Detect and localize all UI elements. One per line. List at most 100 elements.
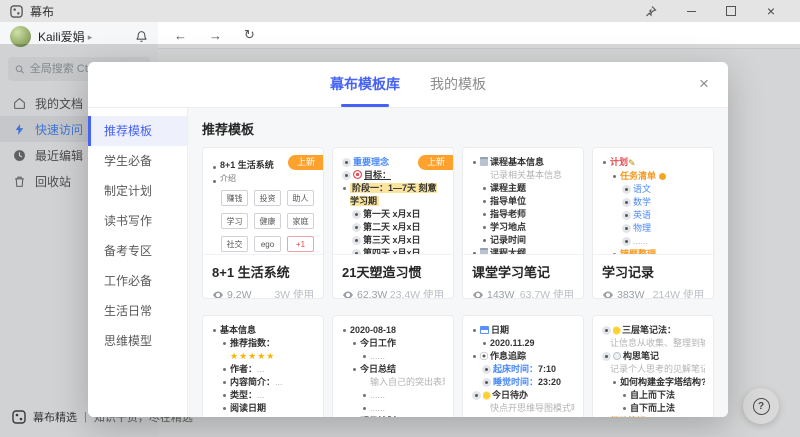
preview-line: 作息追踪: [472, 350, 575, 363]
category-item-active[interactable]: 推荐模板: [88, 116, 187, 146]
bullet-circle-icon: [622, 185, 631, 194]
bullet-dot-icon: [213, 166, 216, 169]
category-item[interactable]: 备考专区: [88, 236, 187, 266]
back-icon[interactable]: [174, 28, 187, 43]
preview-text-part: 23:20: [538, 377, 561, 387]
bullet-circle-icon: [602, 352, 611, 361]
preview-text: 阶段一：1—7天 刻意学习期: [350, 182, 445, 208]
preview-text-part: 自上而下法: [630, 390, 675, 400]
refresh-icon[interactable]: [244, 27, 255, 43]
template-card[interactable]: 2020-08-18今日工作......今日总结输入自己的突出表现，......…: [332, 315, 454, 417]
preview-text: 学习地点: [490, 221, 526, 234]
preview-text-part: 任务清单: [620, 171, 659, 181]
preview-line: ......: [602, 235, 705, 248]
category-item[interactable]: 学生必备: [88, 146, 187, 176]
minimize-icon[interactable]: [684, 4, 698, 18]
preview-text-part: 英语: [633, 210, 651, 220]
bullet-dot-icon: [343, 187, 346, 190]
preview-text-part: 课程基本信息: [490, 157, 544, 167]
template-preview: 2020-08-18今日工作......今日总结输入自己的突出表现，......…: [333, 316, 453, 417]
user-name: Kaili爱娟: [38, 28, 85, 45]
bullet-dot-icon: [223, 342, 226, 345]
forward-icon[interactable]: [209, 28, 222, 43]
preview-text: 课程基本信息: [480, 156, 544, 169]
category-item[interactable]: 工作必备: [88, 266, 187, 296]
category-item[interactable]: 生活日常: [88, 296, 187, 326]
template-card[interactable]: 三层笔记法：让信息从收集、整理到输出...构思笔记记录个人思考的见解笔记如何构建…: [592, 315, 714, 417]
preview-line: 输入自己的突出表现，...: [342, 376, 445, 389]
notification-bell-icon[interactable]: [135, 30, 148, 43]
category-item[interactable]: 思维模型: [88, 326, 187, 356]
card-footer: 学习记录383W214W 使用: [593, 255, 713, 299]
window-close-icon[interactable]: [764, 4, 778, 18]
preview-line: 指导单位: [472, 195, 575, 208]
tab-my-templates[interactable]: 我的模板: [430, 74, 486, 107]
tab-template-library[interactable]: 幕布模板库: [330, 74, 400, 107]
template-card[interactable]: 上新重要理念目标：阶段一：1—7天 刻意学习期第一天 x月x日第二天 x月x日第…: [332, 147, 454, 299]
preview-text-part: 类型：: [230, 390, 257, 400]
bullet-circle-icon: [472, 391, 481, 400]
preview-text: 构思笔记: [613, 350, 659, 363]
fist-icon: [659, 173, 666, 180]
template-card[interactable]: 课程基本信息记录相关基本信息课程主题指导单位指导老师学习地点记录时间课程大纲课堂…: [462, 147, 584, 299]
highlight: 阶段一：1—7天 刻意学习期: [350, 183, 437, 206]
bullet-dot-icon: [223, 407, 226, 410]
bullet-dot-icon: [213, 180, 216, 183]
bullet-dot-icon: [473, 329, 476, 332]
category-item[interactable]: 制定计划: [88, 176, 187, 206]
bullet-dot-icon: [363, 407, 366, 410]
category-item[interactable]: 读书写作: [88, 206, 187, 236]
preview-text: 基本信息: [220, 324, 256, 337]
preview-line: 错题整理: [602, 248, 705, 255]
bullet-circle-icon: [622, 237, 631, 246]
preview-text-part: ★★★★★: [230, 351, 275, 361]
grid-cell: 家庭: [287, 213, 314, 229]
bullet-circle-icon: [352, 236, 361, 245]
preview-text: 自下而上法: [630, 402, 675, 415]
bullet-dot-icon: [483, 342, 486, 345]
pen-icon: [628, 157, 636, 170]
views-eye-icon: [602, 289, 614, 300]
pin-icon[interactable]: [644, 4, 658, 18]
preview-text-part: 阶段一：1—7天 刻意学习期: [350, 183, 437, 206]
preview-text: 英语: [633, 209, 651, 222]
preview-text: 指导老师: [490, 208, 526, 221]
template-card[interactable]: 基本信息推荐指数：★★★★★作者：...内容简介：...类型：...阅读日期: [202, 315, 324, 417]
template-cards-grid: 上新8+1 生活系统介绍赚钱投资助人学习健康家庭社交ego+18+1 生活系统9…: [202, 147, 714, 417]
bulb-icon: [613, 327, 620, 334]
maximize-icon[interactable]: [724, 4, 738, 18]
bullet-dot-icon: [483, 239, 486, 242]
preview-text-part: ...: [257, 364, 265, 374]
preview-line: 明日计划: [342, 415, 445, 417]
preview-text-part: 2020-08-18: [350, 325, 396, 335]
preview-line: 三层笔记法：: [602, 324, 705, 337]
preview-line: 今日总结: [342, 363, 445, 376]
preview-text-part: 睡觉时间：: [493, 377, 538, 387]
template-preview: 课程基本信息记录相关基本信息课程主题指导单位指导老师学习地点记录时间课程大纲: [463, 148, 583, 255]
close-icon[interactable]: [696, 75, 712, 91]
bullet-dot-icon: [613, 253, 616, 255]
window-titlebar: 幕布: [0, 0, 800, 22]
preview-text-part: 今日工作: [360, 338, 396, 348]
template-card[interactable]: 上新8+1 生活系统介绍赚钱投资助人学习健康家庭社交ego+18+1 生活系统9…: [202, 147, 324, 299]
bullet-dot-icon: [213, 329, 216, 332]
template-card[interactable]: 计划任务清单 语文数学英语物理......错题整理学习记录383W214W 使用: [592, 147, 714, 299]
views-count: 383W: [602, 289, 644, 300]
preview-text-part: 基本信息: [220, 325, 256, 335]
preview-text: 2020.11.29: [490, 337, 535, 350]
bullet-dot-icon: [483, 213, 486, 216]
preview-text: 记录个人思考的见解笔记: [610, 363, 705, 376]
template-preview: 日期2020.11.29作息追踪起床时间：7:10睡觉时间：23:20今日待办快…: [463, 316, 583, 417]
preview-text: 让信息从收集、整理到输出...: [610, 337, 705, 350]
preview-text: 输入自己的突出表现，...: [370, 376, 445, 389]
bullet-dot-icon: [223, 381, 226, 384]
preview-text: 记录相关基本信息: [490, 169, 562, 182]
preview-text-part: 错题整理: [620, 249, 656, 255]
preview-line: 计划: [602, 156, 705, 170]
preview-line: 记录相关基本信息: [472, 169, 575, 182]
card-footer: 21天塑造习惯62.3W23.4W 使用: [333, 255, 453, 299]
template-card[interactable]: 日期2020.11.29作息追踪起床时间：7:10睡觉时间：23:20今日待办快…: [462, 315, 584, 417]
grid-cell: 社交: [221, 236, 248, 252]
app-title: 幕布: [30, 3, 54, 20]
preview-text-part: 起床时间：: [493, 364, 538, 374]
